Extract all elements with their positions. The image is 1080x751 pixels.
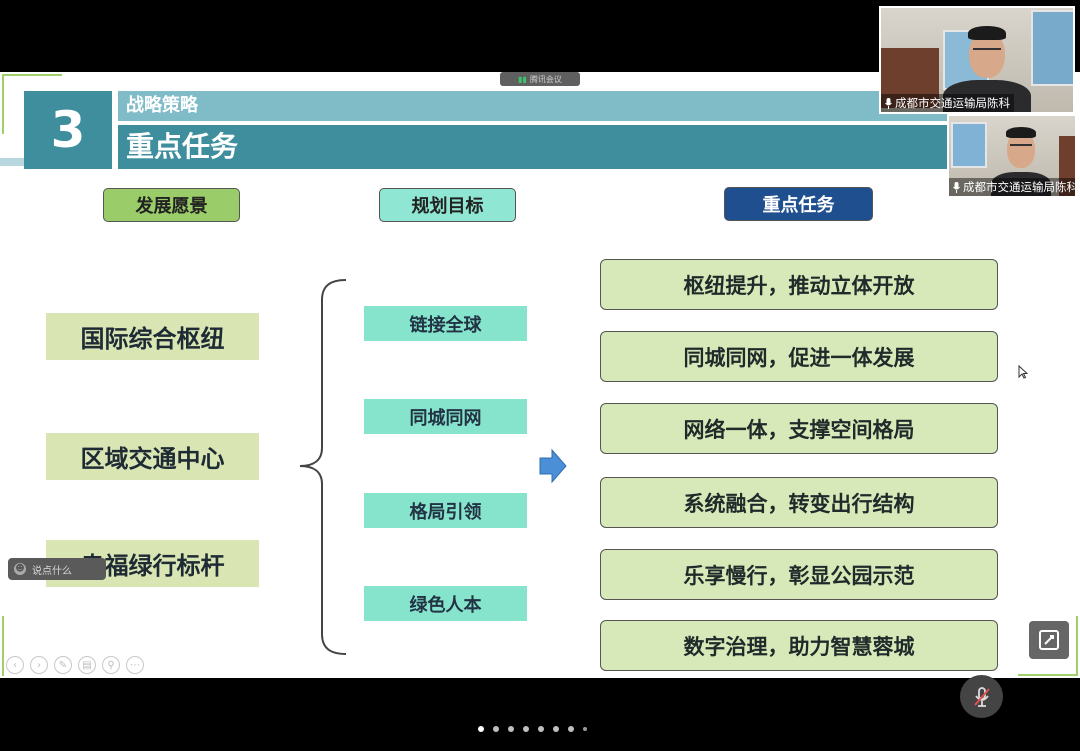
wall-map <box>1031 10 1073 86</box>
column-header-goals: 规划目标 <box>379 188 516 222</box>
goal-item: 同城同网 <box>364 399 527 434</box>
column-header-tasks: 重点任务 <box>724 187 873 221</box>
annotate-button[interactable] <box>1029 621 1069 659</box>
page-dot[interactable] <box>523 726 529 732</box>
participant-name-tag: 成都市交通运输局陈科 <box>881 94 1014 112</box>
zoom-icon[interactable]: ⚲ <box>102 656 120 674</box>
participant-name: 成都市交通运输局陈科 <box>895 96 1010 110</box>
arrow-right-icon <box>539 448 567 484</box>
corner-decoration <box>2 74 4 134</box>
header-left-strip <box>0 158 24 166</box>
participant-name-tag: 成都市交通运输局陈科 <box>949 178 1077 196</box>
meeting-indicator[interactable]: ▮▮ 腾讯会议 <box>500 72 580 86</box>
corner-decoration <box>2 74 62 76</box>
section-number: 3 <box>24 91 112 169</box>
section-title: 战略策略 <box>118 91 948 121</box>
wall-map <box>951 122 987 168</box>
pen-icon[interactable]: ✎ <box>54 656 72 674</box>
glasses <box>1010 144 1032 146</box>
mic-icon <box>885 97 892 109</box>
brace-icon <box>299 279 347 655</box>
participant-video[interactable]: 成都市交通运输局陈科 <box>947 114 1077 198</box>
goal-item: 链接全球 <box>364 306 527 341</box>
pages-icon[interactable]: ▤ <box>78 656 96 674</box>
vision-item: 国际综合枢纽 <box>46 313 259 360</box>
page-dot[interactable] <box>493 726 499 732</box>
page-dot[interactable] <box>508 726 514 732</box>
mute-button[interactable] <box>960 675 1003 718</box>
chat-placeholder: 说点什么 <box>32 565 72 577</box>
page-dot[interactable] <box>583 727 587 731</box>
smile-icon: ☻ <box>14 563 26 575</box>
chat-input[interactable]: ☻ 说点什么 <box>8 558 106 580</box>
signal-icon: ▮▮ <box>518 74 527 84</box>
slide-toolbar: ‹ › ✎ ▤ ⚲ ⋯ <box>6 656 144 674</box>
next-icon[interactable]: › <box>30 656 48 674</box>
edit-icon <box>1039 630 1059 650</box>
previous-icon[interactable]: ‹ <box>6 656 24 674</box>
mic-icon <box>953 181 960 193</box>
page-dot[interactable] <box>568 726 574 732</box>
participant-name: 成都市交通运输局陈科 <box>963 180 1077 194</box>
task-item: 同城同网，促进一体发展 <box>600 331 998 382</box>
goal-item: 绿色人本 <box>364 586 527 621</box>
corner-decoration <box>2 616 4 676</box>
task-item: 数字治理，助力智慧蓉城 <box>600 620 998 671</box>
goal-item: 格局引领 <box>364 493 527 528</box>
corner-decoration <box>1018 674 1078 676</box>
mic-off-icon <box>973 686 990 707</box>
page-dot[interactable] <box>478 726 484 732</box>
participant-video[interactable]: 成都市交通运输局陈科 <box>879 6 1075 114</box>
column-header-vision: 发展愿景 <box>103 188 240 222</box>
vision-item: 区域交通中心 <box>46 433 259 480</box>
glasses <box>973 48 1001 50</box>
more-icon[interactable]: ⋯ <box>126 656 144 674</box>
meeting-app-label: 腾讯会议 <box>529 74 562 84</box>
page-dot[interactable] <box>553 726 559 732</box>
task-item: 系统融合，转变出行结构 <box>600 477 998 528</box>
cursor-icon <box>1018 365 1028 379</box>
page-dot[interactable] <box>538 726 544 732</box>
shared-slide: ▮▮ 腾讯会议 3 战略策略 重点任务 发展愿景 规划目标 重点任务 国际综合枢… <box>0 72 1080 678</box>
corner-decoration <box>1076 616 1078 676</box>
task-item: 乐享慢行，彰显公园示范 <box>600 549 998 600</box>
slide-title: 重点任务 <box>118 125 948 169</box>
participant-hair <box>1006 127 1036 138</box>
participant-hair <box>968 26 1006 40</box>
page-indicator <box>478 726 587 732</box>
task-item: 网络一体，支撑空间格局 <box>600 403 998 454</box>
task-item: 枢纽提升，推动立体开放 <box>600 259 998 310</box>
